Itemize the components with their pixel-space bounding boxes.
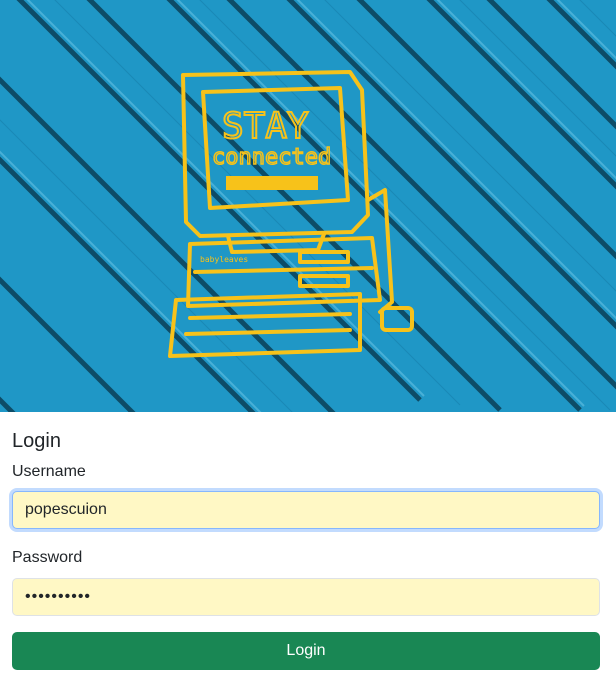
login-page: STAY connected babyleaves Login Username… xyxy=(0,0,616,682)
stay-connected-illustration: STAY connected babyleaves xyxy=(0,0,616,412)
svg-text:STAY: STAY xyxy=(222,106,309,147)
hero-image: STAY connected babyleaves xyxy=(0,0,616,412)
svg-text:connected: connected xyxy=(212,145,331,170)
username-input[interactable] xyxy=(12,491,600,529)
form-title: Login xyxy=(12,430,61,452)
login-button[interactable]: Login xyxy=(12,632,600,670)
password-label: Password xyxy=(12,549,83,566)
password-input[interactable] xyxy=(12,578,600,616)
svg-text:babyleaves: babyleaves xyxy=(200,255,248,264)
username-label: Username xyxy=(12,463,86,480)
